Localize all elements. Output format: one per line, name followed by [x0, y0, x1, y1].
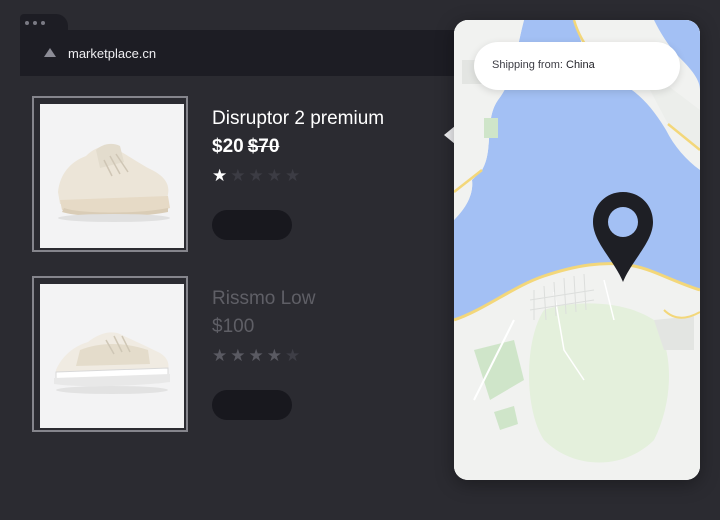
shipping-origin-text: Shipping from: China	[492, 59, 595, 71]
star-icon: ★	[248, 166, 267, 185]
shipping-country: China	[566, 59, 595, 71]
product-price: $100	[212, 316, 254, 338]
product-image-frame[interactable]	[32, 96, 188, 252]
sale-price: $100	[212, 316, 255, 337]
sneaker-chunky-icon	[58, 143, 170, 222]
sale-price: $20	[212, 136, 244, 157]
address-url[interactable]: marketplace.cn	[68, 46, 156, 61]
rating-stars: ★★★★★	[212, 346, 303, 366]
product-title[interactable]: Disruptor 2 premium	[212, 108, 384, 130]
product-price: $20 $70	[212, 136, 279, 158]
window-dot-icon	[41, 21, 45, 25]
product-image-frame[interactable]	[32, 276, 188, 432]
star-icon: ★	[266, 166, 285, 185]
shipping-origin-badge: Shipping from: China	[474, 42, 680, 90]
sneaker-low-icon	[54, 332, 170, 394]
star-icon: ★	[230, 346, 249, 365]
star-icon: ★	[212, 346, 231, 365]
original-price: $70	[247, 136, 280, 157]
address-bar[interactable]: marketplace.cn	[20, 30, 490, 76]
map-pin-icon[interactable]	[590, 190, 656, 286]
rating-stars: ★★★★★	[212, 166, 303, 186]
add-to-cart-button[interactable]	[212, 210, 292, 240]
product-image	[40, 284, 184, 428]
star-icon: ★	[230, 166, 249, 185]
star-icon: ★	[285, 166, 304, 185]
shipping-label: Shipping from:	[492, 59, 563, 71]
star-icon: ★	[248, 346, 267, 365]
site-info-icon[interactable]	[44, 48, 56, 57]
window-dot-icon	[25, 21, 29, 25]
product-title[interactable]: Rissmo Low	[212, 288, 315, 310]
shipping-map[interactable]: Shipping from: China	[454, 20, 700, 480]
star-icon: ★	[285, 346, 304, 365]
add-to-cart-button[interactable]	[212, 390, 292, 420]
product-image	[40, 104, 184, 248]
star-icon: ★	[266, 346, 285, 365]
window-dot-icon	[33, 21, 37, 25]
star-icon: ★	[212, 166, 231, 185]
